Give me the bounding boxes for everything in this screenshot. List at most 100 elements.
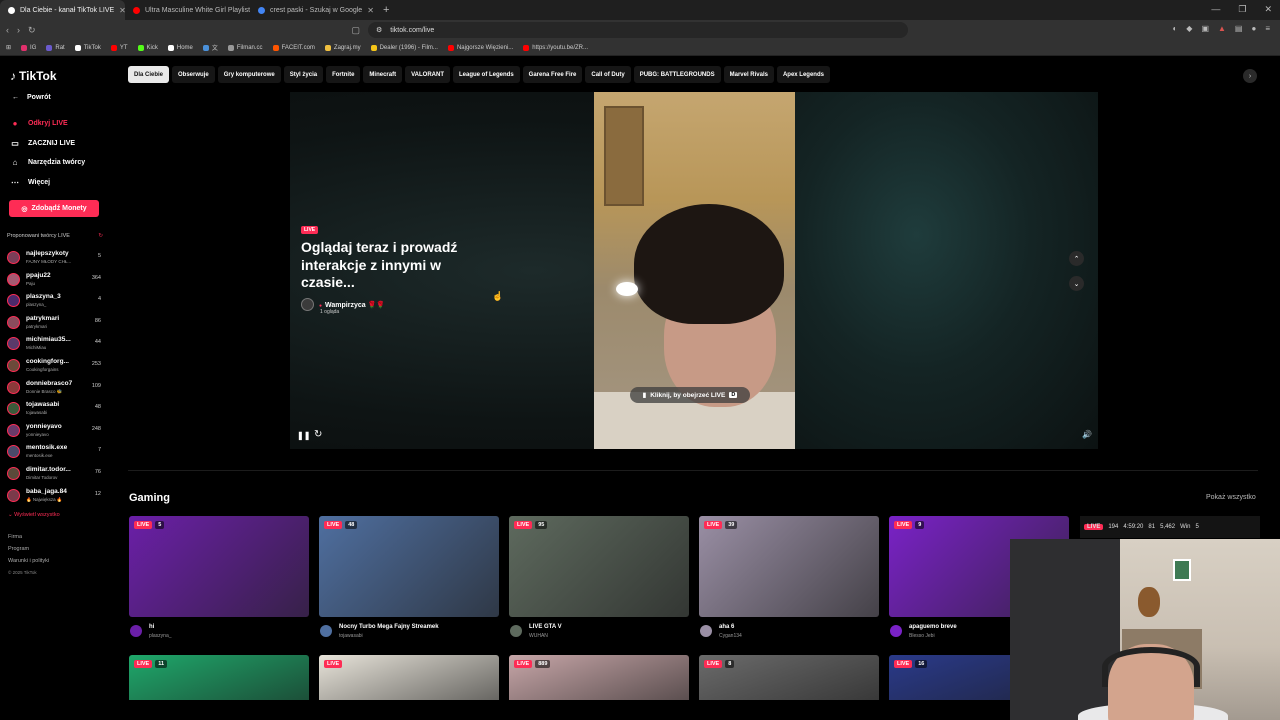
menu-icon[interactable]: ≡ <box>1265 24 1270 33</box>
category-chip[interactable]: League of Legends <box>452 66 520 83</box>
creator-item[interactable]: donniebrasco7 Donnie Brasco 🐝 109 <box>6 377 102 399</box>
category-chip[interactable]: PUBG: BATTLEGROUNDS <box>633 66 721 83</box>
streamer-avatar[interactable] <box>320 625 332 637</box>
back-arrow-icon[interactable]: ‹ <box>6 25 9 35</box>
bookmark-item[interactable]: 文 <box>202 43 218 52</box>
creator-item[interactable]: michimiau35... MichiMiau 44 <box>6 333 102 355</box>
streamer-name[interactable]: Cygan134 <box>719 633 742 639</box>
streamer-avatar[interactable] <box>130 625 142 637</box>
stream-title[interactable]: aha 6 <box>719 624 734 630</box>
creator-item[interactable]: cookingforg... Cookingforgains 253 <box>6 355 102 377</box>
next-stream-button[interactable]: ⌄ <box>1069 276 1084 291</box>
url-field[interactable]: ⚙ tiktok.com/live <box>368 22 908 38</box>
bookmark-item[interactable]: Kick <box>137 44 158 51</box>
nav-creator-tools[interactable]: ⌂ Narzędzia twórcy <box>10 158 86 167</box>
creator-avatar[interactable] <box>7 251 20 264</box>
creator-item[interactable]: patrykmari patrykmari 86 <box>6 312 102 334</box>
stream-thumbnail[interactable]: LIVE 48 <box>319 516 499 617</box>
category-chip[interactable]: Styl życia <box>283 66 324 83</box>
creator-item[interactable]: plaszyna_3 plaszyna_ 4 <box>6 290 102 312</box>
creator-avatar[interactable] <box>7 358 20 372</box>
bookmark-item[interactable]: Najgorsze Więzieni... <box>447 44 513 51</box>
creator-avatar[interactable] <box>7 402 20 416</box>
creator-avatar[interactable] <box>7 272 20 286</box>
bookmark-item[interactable]: TikTok <box>74 44 101 51</box>
host-name[interactable]: Wampirzyca 🌹🌹 <box>319 301 385 309</box>
nav-start-live[interactable]: ▭ ZACZNIJ LIVE <box>10 139 75 148</box>
show-all-creators-link[interactable]: ⌄ Wyświetl wszystko <box>8 512 60 518</box>
apps-icon[interactable]: ⊞ <box>6 44 11 51</box>
streamer-avatar[interactable] <box>890 625 902 637</box>
stream-card[interactable]: LIVE 95 LIVE GTA V WUHAN <box>509 516 689 641</box>
bookmark-item[interactable]: Home <box>167 44 193 51</box>
stream-thumbnail[interactable]: LIVE 95 <box>509 516 689 617</box>
creator-item[interactable]: ppaju22 Paju 364 <box>6 269 102 291</box>
extension-icon[interactable]: ◆ <box>1186 24 1192 33</box>
category-chip[interactable]: Minecraft <box>363 66 403 83</box>
stream-card[interactable]: LIVE 48 Nocny Turbo Mega Fajny Streamek toj… <box>319 516 499 641</box>
nav-more[interactable]: ⋯ Więcej <box>10 178 50 187</box>
apps-grid-icon[interactable]: ▢ <box>352 25 361 36</box>
stream-thumbnail[interactable]: LIVE 11 <box>129 655 309 700</box>
streamer-name[interactable]: plaszyna_ <box>149 633 172 639</box>
creator-avatar[interactable] <box>7 294 20 308</box>
brave-shield-icon[interactable]: ▲ <box>1218 24 1226 33</box>
stream-card[interactable]: LIVE 889 <box>509 655 689 700</box>
close-window-icon[interactable]: ✕ <box>1264 4 1272 15</box>
host-avatar[interactable] <box>301 298 314 311</box>
volume-icon[interactable]: 🔊 <box>1082 430 1092 439</box>
footer-link-terms[interactable]: Warunki i polityki <box>8 555 49 567</box>
minimize-icon[interactable]: — <box>1211 4 1220 15</box>
creator-item[interactable]: mentosik.exe mentosik.exe 7 <box>6 441 102 463</box>
extension-icon[interactable]: ▣ <box>1201 24 1209 33</box>
previous-stream-button[interactable]: ⌃ <box>1069 251 1084 266</box>
bookmark-item[interactable]: Rat <box>46 44 65 51</box>
refresh-icon[interactable]: ↻ <box>98 233 103 239</box>
restore-icon[interactable]: ❐ <box>1238 4 1246 15</box>
live-player[interactable]: ▮ Kliknij, by obejrzeć LIVE D LIVE Ogląd… <box>290 92 1098 449</box>
extension-icon[interactable]: ◐ <box>1172 24 1177 33</box>
show-all-link[interactable]: Pokaż wszystko <box>1206 494 1256 501</box>
creator-avatar[interactable] <box>7 337 20 351</box>
bookmark-item[interactable]: YT <box>110 44 128 51</box>
creator-avatar[interactable] <box>7 466 20 480</box>
creator-item[interactable]: baba_jaga.84 🔥 Największa 🔥 12 <box>6 485 102 507</box>
streamer-avatar[interactable] <box>510 625 522 637</box>
bookmark-item[interactable]: Filman.cc <box>227 44 263 51</box>
creator-avatar[interactable] <box>7 315 20 329</box>
sidebar-icon[interactable]: ▤ <box>1235 24 1243 33</box>
category-chip[interactable]: Dla Ciebie <box>128 66 170 83</box>
stream-card[interactable]: LIVE <box>319 655 499 700</box>
stream-card[interactable]: LIVE 11 <box>129 655 309 700</box>
nav-discover-live[interactable]: ● Odkryj LIVE <box>10 119 68 128</box>
creator-item[interactable]: yonnieyavo yonnieyavo 248 <box>6 420 102 442</box>
bookmark-item[interactable]: Dealer (1996) - Film... <box>370 44 438 51</box>
browser-tab[interactable]: crest paski - Szukaj w Google ✕ <box>250 0 375 20</box>
creator-avatar[interactable] <box>7 488 20 502</box>
stream-title[interactable]: hi <box>149 624 154 630</box>
stream-card[interactable]: LIVE 39 aha 6 Cygan134 <box>699 516 879 641</box>
category-chip[interactable]: VALORANT <box>405 66 450 83</box>
bookmark-item[interactable]: IG <box>21 44 36 51</box>
stream-title[interactable]: Nocny Turbo Mega Fajny Streamek <box>339 624 439 630</box>
close-tab-icon[interactable]: ✕ <box>367 6 374 15</box>
bookmark-item[interactable]: FACEIT.com <box>272 44 315 51</box>
streamer-avatar[interactable] <box>700 625 712 637</box>
stream-card[interactable]: LIVE 5 hi plaszyna_ <box>129 516 309 641</box>
get-coins-button[interactable]: ◎ Zdobądź Monety <box>9 200 99 217</box>
pause-icon[interactable]: ❚❚ <box>297 431 310 440</box>
browser-tab[interactable]: Dla Ciebie - kanał TikTok LIVE ✕ <box>0 0 125 20</box>
profile-icon[interactable]: ● <box>1251 24 1256 33</box>
forward-arrow-icon[interactable]: › <box>17 25 20 35</box>
creator-item[interactable]: tojawasabi tojawasabi 48 <box>6 398 102 420</box>
stream-thumbnail[interactable]: LIVE 8 <box>699 655 879 700</box>
bookmark-item[interactable]: Zagraj.my <box>324 44 361 51</box>
category-next-button[interactable]: › <box>1243 69 1257 83</box>
category-chip[interactable]: Call of Duty <box>585 66 631 83</box>
creator-item[interactable]: najlepszykoty FAJNY MŁODY CHŁ... 5 <box>6 247 102 269</box>
footer-link-company[interactable]: Firma <box>8 531 49 543</box>
category-chip[interactable]: Gry komputerowe <box>217 66 281 83</box>
streamer-name[interactable]: Blesso Jebi <box>909 633 935 639</box>
creator-avatar[interactable] <box>7 445 20 459</box>
creator-avatar[interactable] <box>7 380 20 394</box>
